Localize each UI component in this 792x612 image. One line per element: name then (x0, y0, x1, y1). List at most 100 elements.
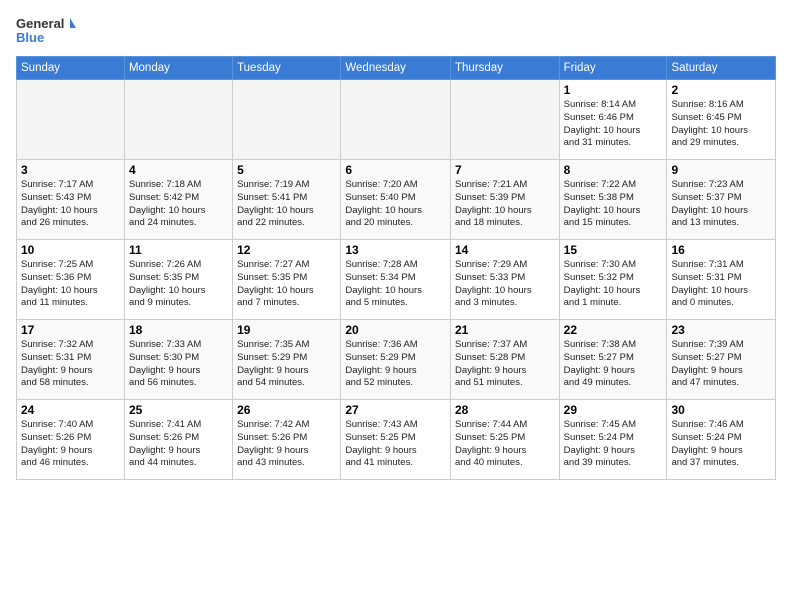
calendar-cell: 25 Sunrise: 7:41 AMSunset: 5:26 PMDayligh… (124, 400, 232, 480)
day-number: 11 (129, 243, 228, 257)
weekday-header-monday: Monday (124, 57, 232, 80)
day-info: Sunrise: 7:45 AMSunset: 5:24 PMDaylight:… (564, 419, 663, 470)
day-number: 4 (129, 163, 228, 177)
day-info: Sunrise: 7:32 AMSunset: 5:31 PMDaylight:… (21, 339, 120, 390)
day-info: Sunrise: 7:39 AMSunset: 5:27 PMDaylight:… (671, 339, 771, 390)
calendar-cell: 30 Sunrise: 7:46 AMSunset: 5:24 PMDayligh… (667, 400, 776, 480)
day-info: Sunrise: 7:46 AMSunset: 5:24 PMDaylight:… (671, 419, 771, 470)
day-info: Sunrise: 7:21 AMSunset: 5:39 PMDaylight:… (455, 179, 555, 230)
day-number: 15 (564, 243, 663, 257)
calendar-cell: 24Sunrise: 7:40 AMSunset: 5:26 PMDayligh… (17, 400, 125, 480)
day-info: Sunrise: 8:14 AMSunset: 6:46 PMDaylight:… (564, 99, 663, 150)
day-number: 14 (455, 243, 555, 257)
day-number: 17 (21, 323, 120, 337)
day-info: Sunrise: 7:33 AMSunset: 5:30 PMDaylight:… (129, 339, 228, 390)
svg-text:General: General (16, 16, 64, 31)
weekday-header-row: SundayMondayTuesdayWednesdayThursdayFrid… (17, 57, 776, 80)
day-number: 21 (455, 323, 555, 337)
day-info: Sunrise: 7:29 AMSunset: 5:33 PMDaylight:… (455, 259, 555, 310)
calendar-cell: 16 Sunrise: 7:31 AMSunset: 5:31 PMDayligh… (667, 240, 776, 320)
week-row-2: 10 Sunrise: 7:25 AMSunset: 5:36 PMDayligh… (17, 240, 776, 320)
calendar-cell: 20 Sunrise: 7:36 AMSunset: 5:29 PMDayligh… (341, 320, 451, 400)
logo: General Blue (16, 14, 76, 50)
day-number: 3 (21, 163, 120, 177)
calendar-cell: 19 Sunrise: 7:35 AMSunset: 5:29 PMDayligh… (233, 320, 341, 400)
calendar-cell: 2Sunrise: 8:16 AMSunset: 6:45 PMDaylight… (667, 80, 776, 160)
calendar-cell: 29 Sunrise: 7:45 AMSunset: 5:24 PMDayligh… (559, 400, 667, 480)
day-info: Sunrise: 7:27 AMSunset: 5:35 PMDaylight:… (237, 259, 336, 310)
calendar-cell: 5 Sunrise: 7:19 AMSunset: 5:41 PMDaylight… (233, 160, 341, 240)
day-number: 12 (237, 243, 336, 257)
day-info: Sunrise: 7:35 AMSunset: 5:29 PMDaylight:… (237, 339, 336, 390)
week-row-3: 17 Sunrise: 7:32 AMSunset: 5:31 PMDayligh… (17, 320, 776, 400)
calendar-cell (341, 80, 451, 160)
calendar-cell: 18 Sunrise: 7:33 AMSunset: 5:30 PMDayligh… (124, 320, 232, 400)
day-info: Sunrise: 7:23 AMSunset: 5:37 PMDaylight:… (671, 179, 771, 230)
day-number: 10 (21, 243, 120, 257)
header: General Blue (16, 10, 776, 50)
day-number: 27 (345, 403, 446, 417)
day-number: 9 (671, 163, 771, 177)
calendar-cell (17, 80, 125, 160)
calendar-cell: 21 Sunrise: 7:37 AMSunset: 5:28 PMDayligh… (451, 320, 560, 400)
day-number: 20 (345, 323, 446, 337)
day-info: Sunrise: 7:18 AMSunset: 5:42 PMDaylight:… (129, 179, 228, 230)
calendar-cell: 12 Sunrise: 7:27 AMSunset: 5:35 PMDayligh… (233, 240, 341, 320)
calendar-cell: 1 Sunrise: 8:14 AMSunset: 6:46 PMDaylight… (559, 80, 667, 160)
day-number: 29 (564, 403, 663, 417)
day-number: 19 (237, 323, 336, 337)
weekday-header-thursday: Thursday (451, 57, 560, 80)
weekday-header-friday: Friday (559, 57, 667, 80)
day-info: Sunrise: 7:36 AMSunset: 5:29 PMDaylight:… (345, 339, 446, 390)
day-number: 5 (237, 163, 336, 177)
weekday-header-tuesday: Tuesday (233, 57, 341, 80)
day-number: 25 (129, 403, 228, 417)
day-info: Sunrise: 7:41 AMSunset: 5:26 PMDaylight:… (129, 419, 228, 470)
day-info: Sunrise: 7:38 AMSunset: 5:27 PMDaylight:… (564, 339, 663, 390)
day-info: Sunrise: 7:40 AMSunset: 5:26 PMDaylight:… (21, 419, 120, 470)
calendar-cell: 11 Sunrise: 7:26 AMSunset: 5:35 PMDayligh… (124, 240, 232, 320)
day-info: Sunrise: 7:31 AMSunset: 5:31 PMDaylight:… (671, 259, 771, 310)
calendar-cell: 8 Sunrise: 7:22 AMSunset: 5:38 PMDaylight… (559, 160, 667, 240)
weekday-header-saturday: Saturday (667, 57, 776, 80)
calendar-cell: 9 Sunrise: 7:23 AMSunset: 5:37 PMDaylight… (667, 160, 776, 240)
day-info: Sunrise: 7:43 AMSunset: 5:25 PMDaylight:… (345, 419, 446, 470)
calendar-cell: 15Sunrise: 7:30 AMSunset: 5:32 PMDayligh… (559, 240, 667, 320)
calendar-cell: 6Sunrise: 7:20 AMSunset: 5:40 PMDaylight… (341, 160, 451, 240)
day-info: Sunrise: 8:16 AMSunset: 6:45 PMDaylight:… (671, 99, 771, 150)
day-number: 16 (671, 243, 771, 257)
day-number: 1 (564, 83, 663, 97)
day-number: 26 (237, 403, 336, 417)
day-number: 7 (455, 163, 555, 177)
weekday-header-wednesday: Wednesday (341, 57, 451, 80)
week-row-1: 3Sunrise: 7:17 AMSunset: 5:43 PMDaylight… (17, 160, 776, 240)
week-row-4: 24Sunrise: 7:40 AMSunset: 5:26 PMDayligh… (17, 400, 776, 480)
calendar-cell (451, 80, 560, 160)
calendar-cell (233, 80, 341, 160)
calendar-cell (124, 80, 232, 160)
day-info: Sunrise: 7:37 AMSunset: 5:28 PMDaylight:… (455, 339, 555, 390)
page: General Blue SundayMondayTuesdayWednesda… (0, 0, 792, 490)
weekday-header-sunday: Sunday (17, 57, 125, 80)
day-number: 18 (129, 323, 228, 337)
calendar-cell: 23 Sunrise: 7:39 AMSunset: 5:27 PMDayligh… (667, 320, 776, 400)
calendar-cell: 10 Sunrise: 7:25 AMSunset: 5:36 PMDayligh… (17, 240, 125, 320)
day-info: Sunrise: 7:44 AMSunset: 5:25 PMDaylight:… (455, 419, 555, 470)
day-number: 22 (564, 323, 663, 337)
calendar-cell: 28 Sunrise: 7:44 AMSunset: 5:25 PMDayligh… (451, 400, 560, 480)
day-number: 23 (671, 323, 771, 337)
day-info: Sunrise: 7:26 AMSunset: 5:35 PMDaylight:… (129, 259, 228, 310)
day-info: Sunrise: 7:22 AMSunset: 5:38 PMDaylight:… (564, 179, 663, 230)
day-info: Sunrise: 7:25 AMSunset: 5:36 PMDaylight:… (21, 259, 120, 310)
calendar-cell: 26Sunrise: 7:42 AMSunset: 5:26 PMDayligh… (233, 400, 341, 480)
day-number: 8 (564, 163, 663, 177)
calendar-cell: 22 Sunrise: 7:38 AMSunset: 5:27 PMDayligh… (559, 320, 667, 400)
logo-svg: General Blue (16, 14, 76, 50)
day-number: 13 (345, 243, 446, 257)
calendar-cell: 27 Sunrise: 7:43 AMSunset: 5:25 PMDayligh… (341, 400, 451, 480)
day-number: 30 (671, 403, 771, 417)
day-number: 28 (455, 403, 555, 417)
calendar: SundayMondayTuesdayWednesdayThursdayFrid… (16, 56, 776, 480)
day-info: Sunrise: 7:19 AMSunset: 5:41 PMDaylight:… (237, 179, 336, 230)
calendar-cell: 14 Sunrise: 7:29 AMSunset: 5:33 PMDayligh… (451, 240, 560, 320)
